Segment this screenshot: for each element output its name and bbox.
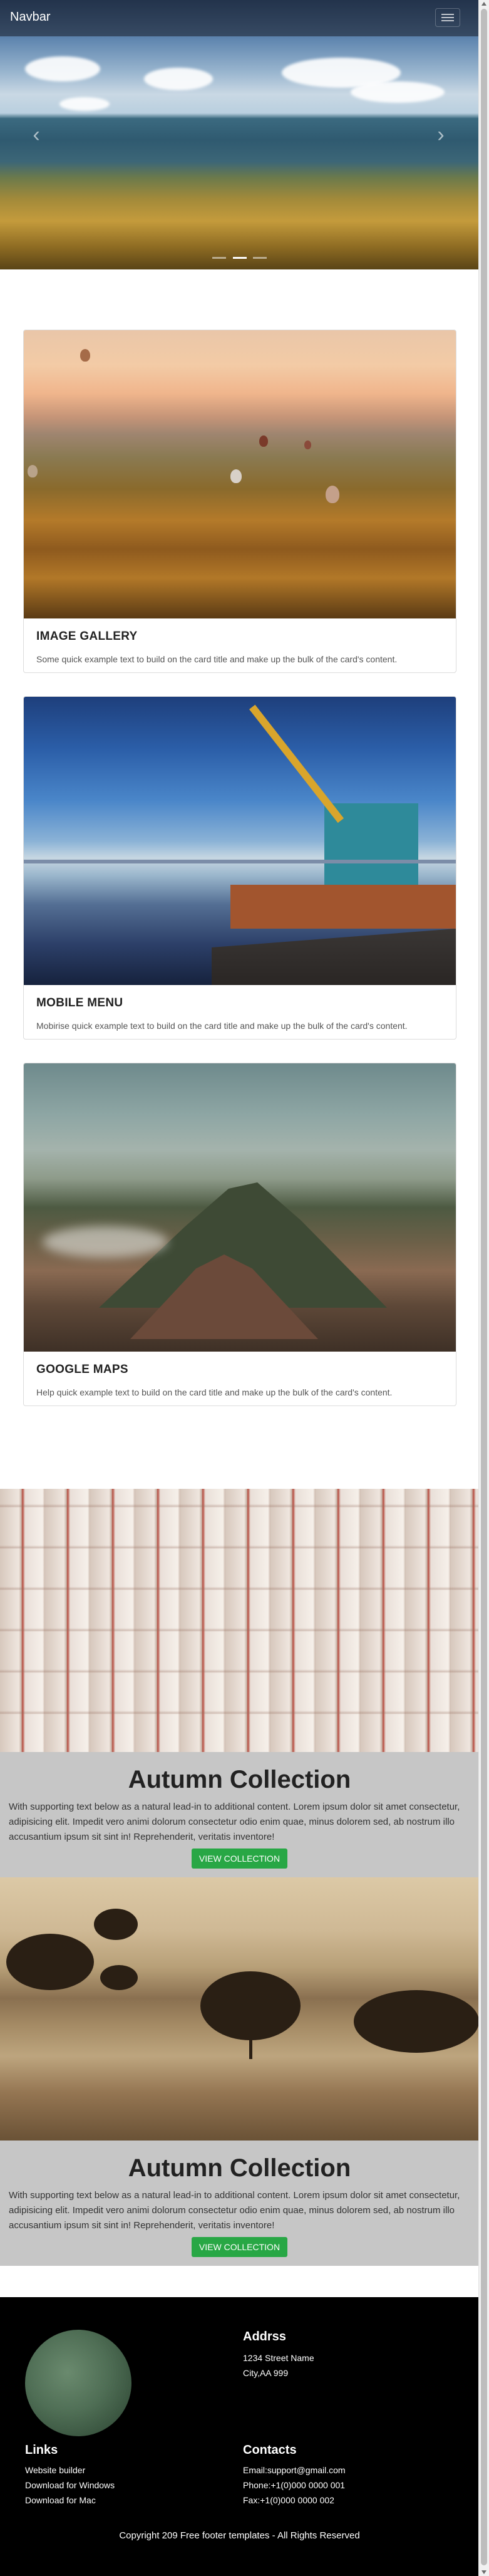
hamburger-icon[interactable] xyxy=(435,8,460,27)
card-title: IMAGE GALLERY xyxy=(36,630,138,643)
collection-title: Autumn Collection xyxy=(128,1766,351,1793)
view-collection-button[interactable]: VIEW COLLECTION xyxy=(191,1849,288,1869)
balloon xyxy=(326,486,339,503)
navbar: Navbar xyxy=(0,0,479,36)
card-image xyxy=(24,1063,456,1352)
card-text: Help quick example text to build on the … xyxy=(36,1387,393,1397)
balloon xyxy=(259,435,268,447)
barge xyxy=(230,885,456,929)
collection-section: Autumn Collection With supporting text b… xyxy=(0,1752,479,1877)
card-image xyxy=(24,697,456,985)
scroll-down-icon[interactable] xyxy=(481,2570,486,2574)
balloon xyxy=(80,349,90,362)
footer-address: Addrss 1234 Street Name City,AA 999 xyxy=(243,2330,314,2380)
smoke xyxy=(43,1226,168,1258)
view-collection-button[interactable]: VIEW COLLECTION xyxy=(191,2237,288,2257)
card-mobile-menu: MOBILE MENU Mobirise quick example text … xyxy=(23,696,456,1040)
contact-phone: Phone:+1(0)000 0000 001 xyxy=(243,2480,346,2490)
cloud xyxy=(351,81,445,103)
hero-carousel: Navbar ‹ › xyxy=(0,0,479,269)
card-google-maps: GOOGLE MAPS Help quick example text to b… xyxy=(23,1063,456,1406)
card-title: GOOGLE MAPS xyxy=(36,1363,128,1376)
carousel-indicator[interactable] xyxy=(252,257,267,259)
tree xyxy=(94,1909,138,1940)
footer-link[interactable]: Download for Windows xyxy=(25,2478,115,2493)
card-text: Mobirise quick example text to build on … xyxy=(36,1021,408,1031)
copyright: Copyright 209 Free footer templates - Al… xyxy=(119,2530,360,2541)
shoreline xyxy=(24,860,456,863)
collection-section: Autumn Collection With supporting text b… xyxy=(0,2141,479,2266)
page: Navbar ‹ › IMAGE GALLERY Some quick exam… xyxy=(0,0,479,2576)
balloon xyxy=(304,441,311,449)
navbar-brand[interactable]: Navbar xyxy=(10,10,50,24)
tree xyxy=(354,1990,479,2053)
footer-avatar xyxy=(25,2330,131,2436)
carousel-indicators xyxy=(0,251,479,262)
tree-trunk xyxy=(249,2034,252,2059)
page-scrollbar[interactable] xyxy=(478,0,489,2576)
footer: Addrss 1234 Street Name City,AA 999 Link… xyxy=(0,2297,479,2576)
collection-image-books xyxy=(0,1489,479,1752)
chevron-left-icon[interactable]: ‹ xyxy=(24,119,49,150)
footer-links: Links Website builder Download for Windo… xyxy=(25,2443,115,2508)
tree xyxy=(100,1965,138,1990)
crane-arm xyxy=(249,704,344,823)
balloon xyxy=(230,469,242,483)
contact-fax: Fax:+1(0)000 0000 002 xyxy=(243,2495,334,2505)
links-heading: Links xyxy=(25,2443,58,2457)
collection-title: Autumn Collection xyxy=(128,2154,351,2182)
footer-link[interactable]: Website builder xyxy=(25,2463,115,2478)
card-image-gallery: IMAGE GALLERY Some quick example text to… xyxy=(23,330,456,673)
scrollbar-thumb[interactable] xyxy=(481,9,487,2565)
balloon xyxy=(28,465,38,477)
cloud xyxy=(59,97,110,111)
collection-text: With supporting text below as a natural … xyxy=(9,1802,460,1842)
chevron-right-icon[interactable]: › xyxy=(428,119,453,150)
tree xyxy=(200,1971,301,2040)
footer-link[interactable]: Download for Mac xyxy=(25,2493,115,2508)
scroll-up-icon[interactable] xyxy=(481,2,486,6)
contacts-heading: Contacts xyxy=(243,2443,297,2457)
collection-image-landscape xyxy=(0,1877,479,2141)
address-line: City,AA 999 xyxy=(243,2368,289,2378)
address-line: 1234 Street Name xyxy=(243,2353,314,2363)
footer-contacts: Contacts Email:support@gmail.com Phone:+… xyxy=(243,2443,346,2508)
collection-text: With supporting text below as a natural … xyxy=(9,2190,460,2231)
card-title: MOBILE MENU xyxy=(36,996,123,1009)
cloud xyxy=(144,68,213,90)
contact-email[interactable]: Email:support@gmail.com xyxy=(243,2463,346,2478)
card-text: Some quick example text to build on the … xyxy=(36,654,398,664)
cloud xyxy=(25,56,100,81)
address-heading: Addrss xyxy=(243,2330,286,2344)
tree xyxy=(6,1934,94,1990)
carousel-indicator[interactable] xyxy=(212,257,227,259)
carousel-indicator-active[interactable] xyxy=(232,257,247,259)
card-image xyxy=(24,330,456,618)
